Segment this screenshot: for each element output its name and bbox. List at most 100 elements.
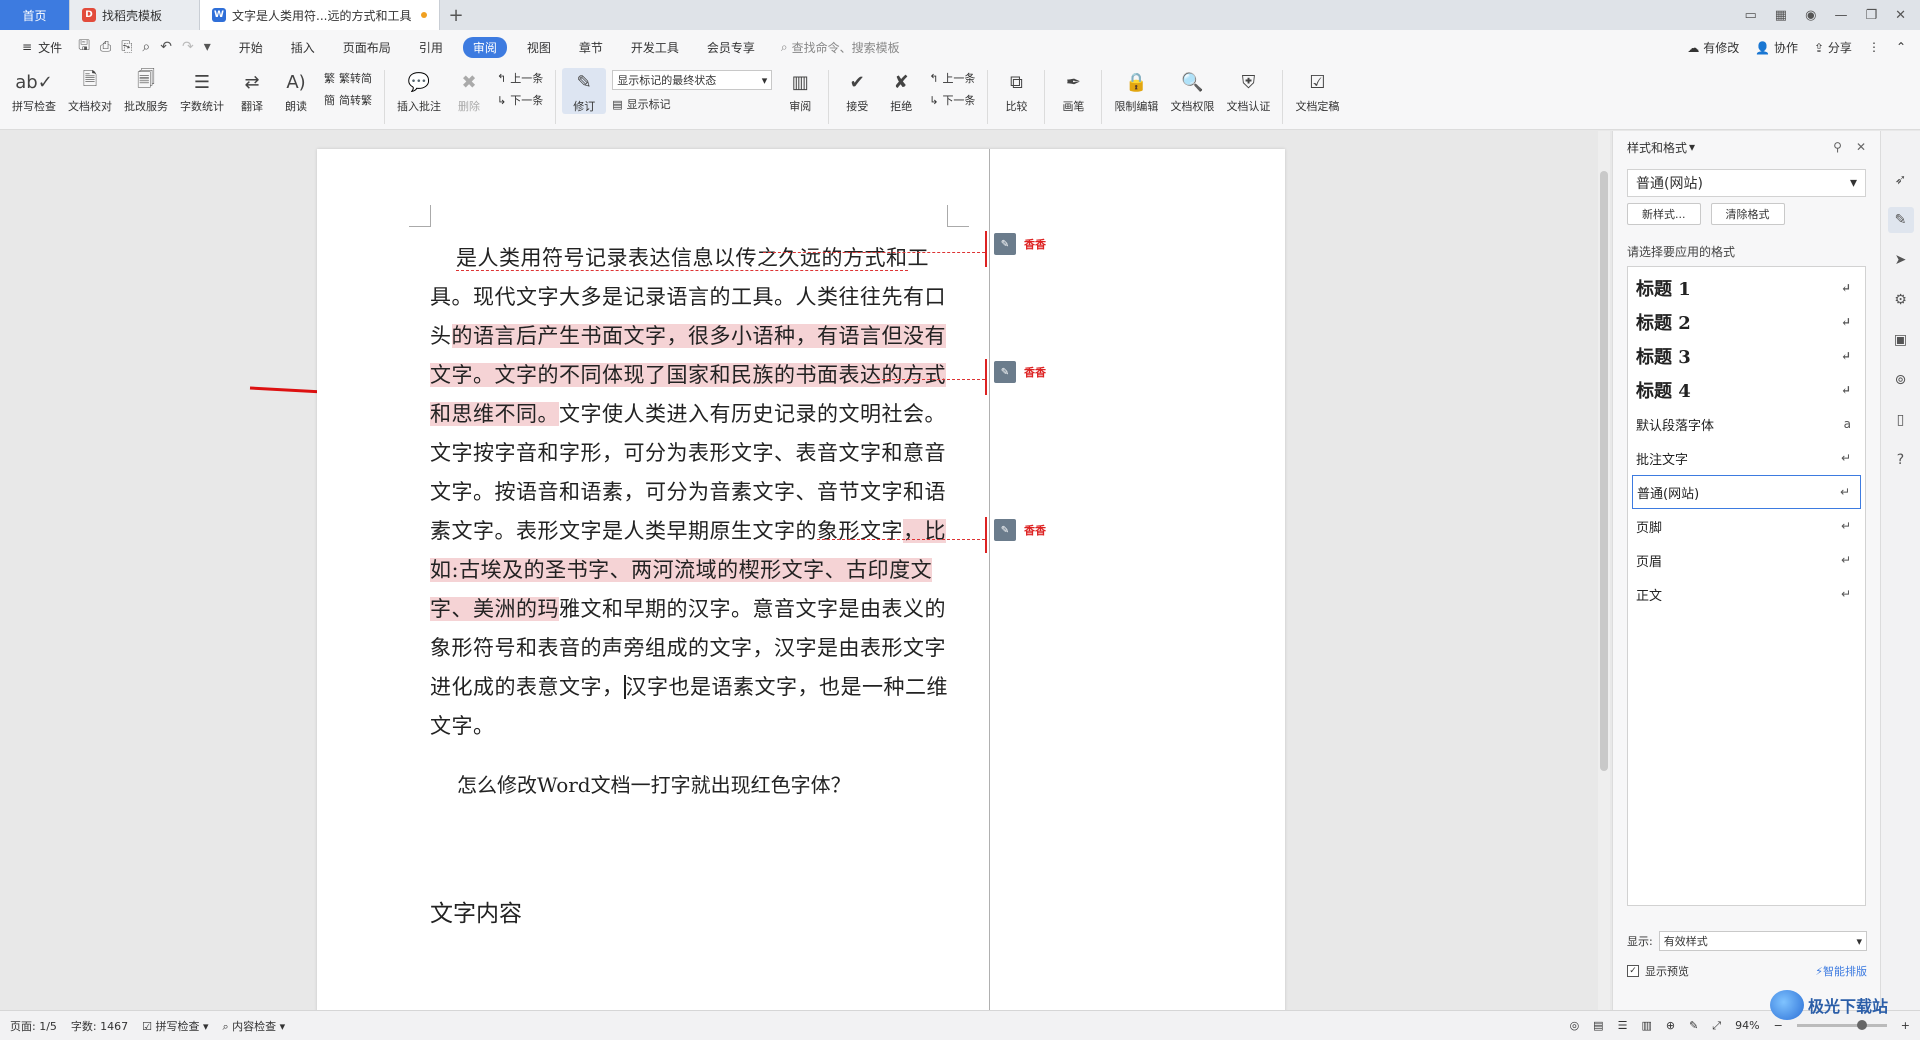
more-icon[interactable]: ⋮	[1868, 40, 1880, 54]
menu-section[interactable]: 章节	[565, 36, 617, 59]
style-item[interactable]: 标题 4 ↵	[1632, 373, 1861, 407]
show-preview-checkbox[interactable]: ✓	[1627, 965, 1639, 977]
collapse-ribbon-icon[interactable]: ⌃	[1896, 40, 1906, 54]
scrollbar-thumb[interactable]	[1600, 171, 1608, 771]
book-icon[interactable]: ▯	[1888, 407, 1914, 433]
trad-to-simp-button[interactable]: 繁繁转简	[324, 70, 372, 86]
restrict-editing-button[interactable]: 🔒 限制编辑	[1108, 68, 1164, 114]
show-markup-button[interactable]: ▤ 显示标记	[612, 96, 772, 112]
markup-mode-select[interactable]: 显示标记的最终状态 ▾	[612, 70, 773, 90]
help-icon[interactable]: ?	[1888, 447, 1914, 473]
zoom-in-button[interactable]: +	[1901, 1019, 1910, 1032]
clear-format-button[interactable]: 清除格式	[1710, 203, 1785, 225]
content-check-status[interactable]: ⌕ 内容检查 ▾	[223, 1018, 286, 1034]
reviewing-pane-button[interactable]: ▥ 审阅	[778, 68, 822, 114]
adjust-icon[interactable]: ⚙	[1888, 287, 1914, 313]
review-service-button[interactable]: 🗐 批改服务	[118, 68, 174, 114]
cursor-icon[interactable]: ➤	[1888, 247, 1914, 273]
translate-button[interactable]: ⇄ 翻译	[230, 68, 274, 114]
section-heading[interactable]: 文字内容	[430, 894, 522, 928]
tab-template[interactable]: D 找稻壳模板	[70, 0, 200, 30]
vertical-scrollbar[interactable]	[1598, 131, 1610, 1010]
tab-home[interactable]: 首页	[0, 0, 70, 30]
spell-check-button[interactable]: ab✓ 拼写检查	[6, 68, 62, 114]
new-tab-button[interactable]: +	[440, 0, 472, 30]
style-item[interactable]: 默认段落字体 a	[1632, 407, 1861, 441]
simp-to-trad-button[interactable]: 簡简转繁	[324, 92, 372, 108]
spell-check-status[interactable]: ☑ 拼写检查 ▾	[142, 1018, 208, 1034]
read-aloud-button[interactable]: A) 朗读	[274, 68, 318, 114]
menu-layout[interactable]: 页面布局	[329, 36, 405, 59]
style-item[interactable]: 正文 ↵	[1632, 577, 1861, 611]
save-icon[interactable]: 🖫	[78, 35, 90, 59]
next-comment-button[interactable]: ↳ 下一条	[497, 92, 543, 108]
style-item[interactable]: 页眉 ↵	[1632, 543, 1861, 577]
comment-marker[interactable]: ✎ 香香	[994, 233, 1046, 255]
zoom-slider[interactable]	[1796, 1020, 1887, 1030]
outline-view-icon[interactable]: ☰	[1618, 1019, 1628, 1032]
close-icon[interactable]: ✕	[1856, 140, 1866, 154]
body-paragraph[interactable]: 是人类用符号记录表达信息以传之久远的方式和工具。现代文字大多是记录语言的工具。人…	[430, 239, 960, 746]
word-count-button[interactable]: ☰ 字数统计	[174, 68, 230, 114]
tab-document[interactable]: W 文字是人类用符...远的方式和工具	[200, 0, 440, 30]
proofread-button[interactable]: 🗎 文档校对	[62, 68, 118, 114]
zoom-out-button[interactable]: −	[1774, 1019, 1783, 1032]
read-view-icon[interactable]: ▥	[1641, 1019, 1651, 1032]
style-item[interactable]: 标题 3 ↵	[1632, 339, 1861, 373]
reject-button[interactable]: ✘ 拒绝	[879, 68, 923, 114]
document-page[interactable]: 是人类用符号记录表达信息以传之久远的方式和工具。现代文字大多是记录语言的工具。人…	[317, 149, 1285, 1010]
fit-width-icon[interactable]: ⤢	[1712, 1019, 1721, 1033]
doc-certify-button[interactable]: ⛨ 文档认证	[1220, 68, 1276, 114]
menu-developer[interactable]: 开发工具	[617, 36, 693, 59]
menu-view[interactable]: 视图	[513, 36, 565, 59]
avatar[interactable]: ◉	[1805, 8, 1816, 23]
web-view-icon[interactable]: ⊕	[1666, 1019, 1675, 1032]
document-area[interactable]: 🗋▾ 是人类用符号记录表达信息以传之久远的方式和工具。现代文字大多是记录语言的工…	[0, 131, 1610, 1010]
track-changes-button[interactable]: ✎ 修订	[562, 68, 607, 114]
zoom-value[interactable]: 94%	[1735, 1019, 1759, 1032]
layout-icon[interactable]: ▭	[1745, 8, 1757, 23]
current-style-select[interactable]: 普通(网站) ▾	[1627, 169, 1866, 197]
undo-icon[interactable]: ↶	[160, 39, 172, 55]
file-menu[interactable]: ≡ 文件	[12, 39, 72, 56]
style-item-selected[interactable]: 普通(网站) ↵	[1632, 475, 1861, 509]
style-item[interactable]: 页脚 ↵	[1632, 509, 1861, 543]
menu-review[interactable]: 审阅	[462, 36, 507, 58]
question-line[interactable]: 怎么修改Word文档一打字就出现红色字体？	[457, 769, 851, 798]
comment-marker[interactable]: ✎ 香香	[994, 361, 1046, 383]
prev-comment-button[interactable]: ↰ 上一条	[497, 70, 543, 86]
comment-marker[interactable]: ✎ 香香	[994, 519, 1046, 541]
insert-comment-button[interactable]: 💬 插入批注	[391, 68, 447, 114]
backup-icon[interactable]: ⊚	[1888, 367, 1914, 393]
show-filter-select[interactable]: 有效样式 ▾	[1658, 931, 1867, 951]
changes-button[interactable]: ☁ 有修改	[1687, 39, 1739, 56]
style-pen-icon[interactable]: ✎	[1887, 207, 1914, 233]
page-indicator[interactable]: 页面: 1/5	[10, 1018, 57, 1034]
finalize-button[interactable]: ☑ 文档定稿	[1289, 68, 1345, 114]
customize-icon[interactable]: ▾	[204, 39, 211, 55]
ink-button[interactable]: ✒ 画笔	[1051, 68, 1095, 114]
rocket-icon[interactable]: ➶	[1888, 167, 1914, 193]
menu-insert[interactable]: 插入	[277, 36, 329, 59]
doc-permission-button[interactable]: 🔍 文档权限	[1164, 68, 1220, 114]
menu-member[interactable]: 会员专享	[693, 36, 769, 59]
command-search[interactable]: ⌕ 查找命令、搜索模板	[781, 39, 900, 56]
accept-button[interactable]: ✔ 接受	[835, 68, 879, 114]
close-button[interactable]: ✕	[1895, 8, 1906, 23]
smart-layout-link[interactable]: ⚡智能排版	[1815, 963, 1867, 979]
new-style-button[interactable]: 新样式...	[1627, 203, 1701, 225]
redo-icon[interactable]: ↷	[182, 39, 194, 55]
page-view-icon[interactable]: ▤	[1593, 1019, 1603, 1032]
collab-button[interactable]: 👤 协作	[1755, 39, 1798, 56]
print-icon[interactable]: ⎘	[121, 39, 132, 55]
pen-view-icon[interactable]: ✎	[1689, 1019, 1698, 1032]
style-item[interactable]: 批注文字 ↵	[1632, 441, 1861, 475]
styles-panel-title[interactable]: 样式和格式	[1627, 139, 1687, 156]
pin-icon[interactable]: ⚲	[1833, 140, 1842, 154]
menu-references[interactable]: 引用	[405, 36, 457, 59]
export-pdf-icon[interactable]: ⎙	[100, 39, 111, 55]
zoom-slider-knob[interactable]	[1856, 1020, 1867, 1030]
eye-icon[interactable]: ◎	[1570, 1019, 1580, 1032]
delete-comment-button[interactable]: ✖ 删除	[447, 68, 491, 114]
prev-change-button[interactable]: ↰ 上一条	[929, 70, 975, 86]
